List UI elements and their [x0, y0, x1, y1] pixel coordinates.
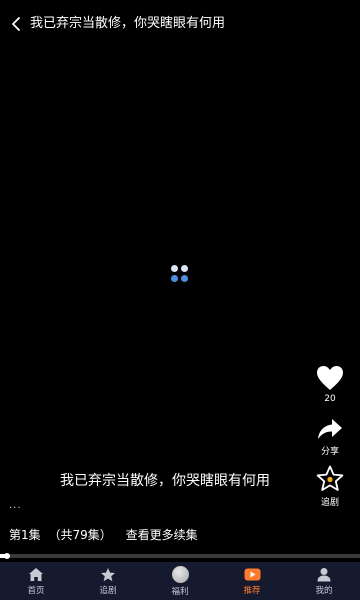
tab-home[interactable]: 首页: [0, 562, 72, 600]
share-label: 分享: [320, 447, 339, 457]
loading-dot: [181, 265, 188, 272]
share-arrow-icon: [318, 419, 342, 439]
profile-icon: [317, 567, 331, 581]
episode-current: 第1集: [9, 528, 41, 542]
back-button[interactable]: [4, 10, 30, 38]
video-subtitle: 我已弃宗当散修，你哭瞎眼有何用: [60, 473, 270, 489]
tab-welfare[interactable]: 福利: [144, 562, 216, 600]
loading-dot: [171, 275, 178, 282]
episode-info[interactable]: 第1集 （共79集） 查看更多续集: [9, 526, 202, 543]
loading-dot: [171, 265, 178, 272]
tab-label: 首页: [27, 585, 45, 596]
tab-profile[interactable]: 我的: [288, 562, 360, 600]
share-button[interactable]: 分享: [308, 417, 352, 457]
page-title: 我已弃宗当散修，你哭瞎眼有何用: [30, 16, 226, 31]
loading-spinner: [171, 265, 189, 283]
star-icon: [101, 567, 115, 581]
tab-follow[interactable]: 追剧: [72, 562, 144, 600]
video-progress-bar[interactable]: [0, 553, 360, 559]
welfare-coin-icon: [171, 565, 189, 583]
description-ellipsis[interactable]: ...: [9, 500, 22, 511]
tab-label: 我的: [315, 585, 333, 596]
follow-label: 追剧: [320, 498, 339, 508]
bottom-tab-bar: 首页 追剧 福利 推荐 我的: [0, 562, 360, 600]
progress-knob[interactable]: [4, 553, 10, 559]
home-icon: [29, 567, 43, 581]
tab-recommend[interactable]: 推荐: [216, 562, 288, 600]
episode-total: （共79集）: [48, 528, 112, 542]
heart-icon: [317, 366, 343, 390]
chevron-left-icon: [12, 17, 20, 31]
like-button[interactable]: 20: [308, 365, 352, 404]
tab-label: 推荐: [243, 585, 261, 596]
more-episodes-link[interactable]: 查看更多续集: [126, 528, 198, 542]
tab-label: 福利: [171, 586, 189, 597]
tab-label: 追剧: [99, 585, 117, 596]
recommend-play-icon: [244, 568, 260, 580]
top-bar: 我已弃宗当散修，你哭瞎眼有何用: [0, 10, 360, 38]
like-count: 20: [324, 394, 336, 404]
loading-dot: [181, 275, 188, 282]
